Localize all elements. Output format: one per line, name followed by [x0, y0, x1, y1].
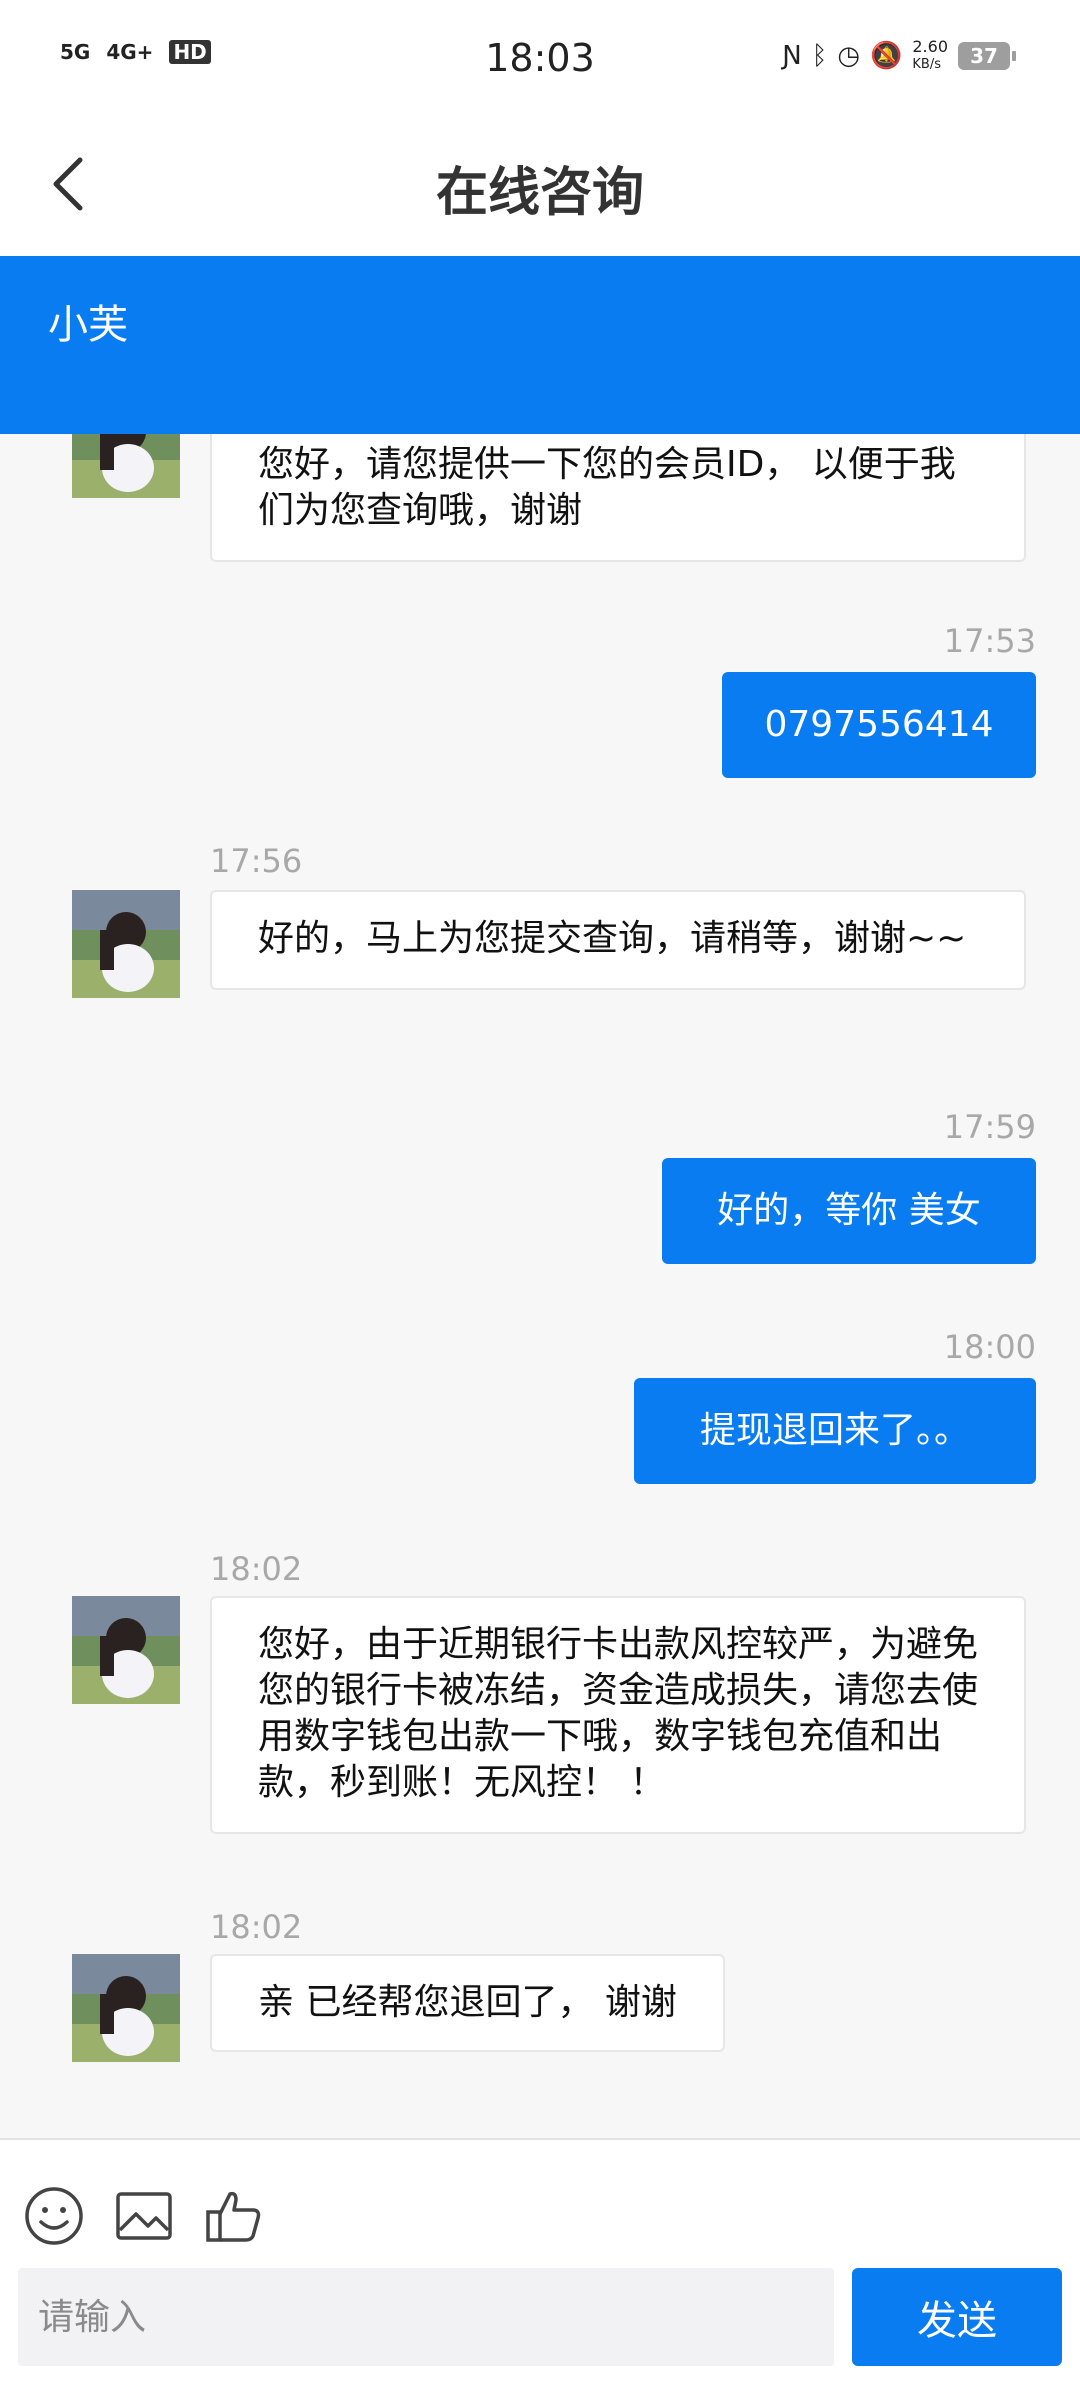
- agent-avatar: [72, 434, 180, 498]
- nav-bar: 在线咨询: [0, 112, 1080, 256]
- message-bubble-incoming: 您好，请您提供一下您的会员ID， 以便于我们为您查询哦，谢谢: [210, 434, 1026, 562]
- chat-area[interactable]: 您好，请您提供一下您的会员ID， 以便于我们为您查询哦，谢谢 17:53 079…: [0, 434, 1080, 2138]
- emoji-button[interactable]: [22, 2184, 86, 2248]
- battery-indicator: 37: [958, 42, 1016, 70]
- message-bubble-outgoing: 0797556414: [722, 672, 1036, 778]
- page-title: 在线咨询: [435, 163, 644, 223]
- avatar-image: [72, 434, 180, 498]
- agent-avatar: [72, 890, 180, 998]
- mute-icon: 🔕: [870, 41, 903, 71]
- message-bubble-outgoing: 提现退回来了。。: [634, 1378, 1036, 1484]
- message-timestamp: 18:02: [210, 1908, 303, 1946]
- image-icon: [116, 2192, 172, 2240]
- bluetooth-icon: ᛒ: [811, 41, 828, 71]
- message-bubble-outgoing: 好的，等你 美女: [662, 1158, 1036, 1264]
- message-bubble-incoming: 亲 已经帮您退回了， 谢谢: [210, 1954, 725, 2052]
- message-input[interactable]: [18, 2268, 834, 2366]
- message-timestamp: 18:02: [210, 1550, 303, 1588]
- message-timestamp: 17:56: [210, 842, 303, 880]
- status-bar: 5G 4G+ HD 18:03 Ɲ ᛒ ◷ 🔕 2.60 KB/s 37: [0, 0, 1080, 112]
- send-button[interactable]: 发送: [852, 2268, 1062, 2366]
- avatar-image: [72, 890, 180, 998]
- agent-avatar: [72, 1596, 180, 1704]
- avatar-image: [72, 1596, 180, 1704]
- alarm-icon: ◷: [837, 41, 860, 71]
- emoji-icon: [25, 2187, 83, 2245]
- avatar-image: [72, 1954, 180, 2062]
- agent-name: 小芙: [48, 302, 128, 348]
- message-timestamp: 17:59: [943, 1108, 1036, 1146]
- thumbs-up-icon: [206, 2191, 261, 2242]
- nfc-icon: Ɲ: [782, 41, 802, 71]
- message-bubble-incoming: 好的，马上为您提交查询，请稍等，谢谢~~: [210, 890, 1026, 990]
- message-timestamp: 18:00: [943, 1328, 1036, 1366]
- image-button[interactable]: [112, 2184, 176, 2248]
- composer-bar: 发送: [0, 2138, 1080, 2402]
- status-icons: Ɲ ᛒ ◷ 🔕 2.60 KB/s 37: [782, 37, 1016, 74]
- message-timestamp: 17:53: [943, 622, 1036, 660]
- agent-banner: 小芙: [0, 256, 1080, 434]
- network-speed: 2.60 KB/s: [912, 37, 948, 73]
- message-bubble-incoming: 您好，由于近期银行卡出款风控较严，为避免您的银行卡被冻结，资金造成损失，请您去使…: [210, 1596, 1026, 1834]
- agent-avatar: [72, 1954, 180, 2062]
- like-button[interactable]: [202, 2184, 266, 2248]
